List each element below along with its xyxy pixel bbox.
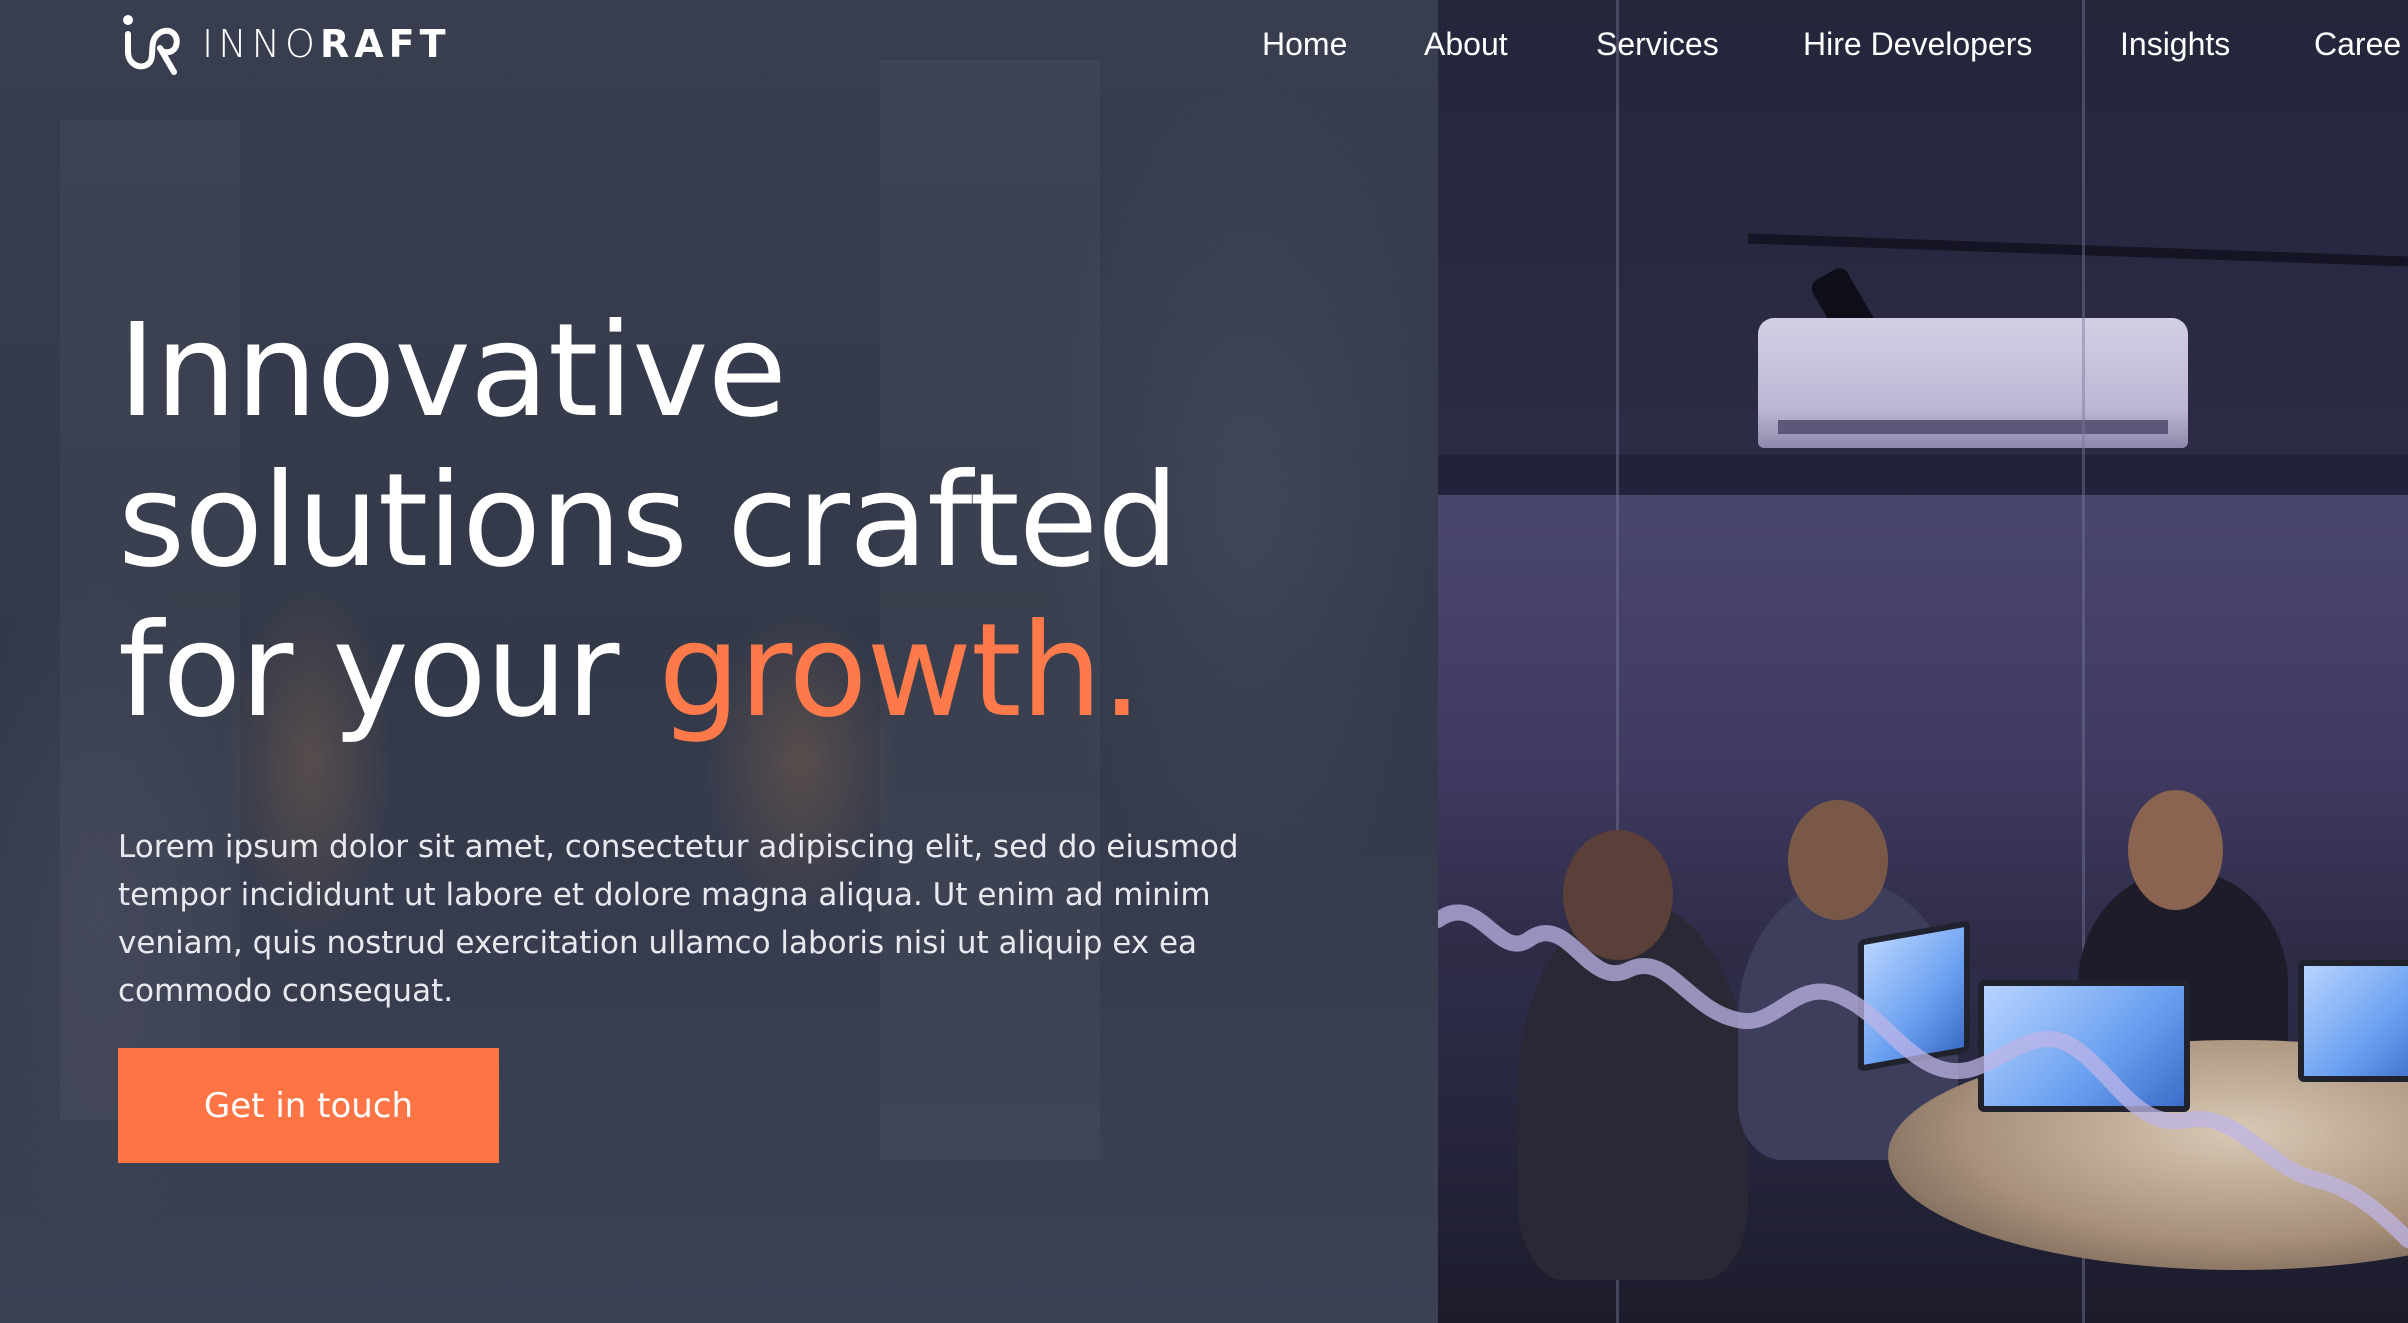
nav-menu: Home About Services Hire Developers Insi… bbox=[1262, 22, 2408, 66]
hero-title-line-1: Innovative bbox=[118, 296, 787, 446]
hero-title-line-3: for your bbox=[118, 596, 659, 746]
nav-item-careers[interactable]: Caree bbox=[2314, 22, 2408, 66]
hero-title-accent: growth. bbox=[658, 596, 1142, 746]
hero-title-line-2: solutions crafted bbox=[118, 446, 1179, 596]
hero-photo-meeting-room bbox=[1438, 0, 2408, 1323]
nav-item-hire-developers[interactable]: Hire Developers bbox=[1803, 22, 2120, 66]
hero-title: Innovative solutions crafted for your gr… bbox=[118, 296, 1179, 746]
brand-name: INNO RAFT bbox=[202, 22, 451, 66]
nav-item-about[interactable]: About bbox=[1424, 22, 1596, 66]
page: INNO RAFT Home About Services Hire Develo… bbox=[0, 0, 2408, 1323]
brand-name-bold: RAFT bbox=[319, 22, 451, 66]
get-in-touch-button[interactable]: Get in touch bbox=[118, 1048, 499, 1163]
brand-logo[interactable]: INNO RAFT bbox=[118, 12, 451, 76]
nav-item-services[interactable]: Services bbox=[1596, 22, 1803, 66]
nav-item-home[interactable]: Home bbox=[1262, 22, 1424, 66]
brand-name-light: INNO bbox=[202, 22, 320, 66]
nav-item-insights[interactable]: Insights bbox=[2120, 22, 2314, 66]
top-navigation: INNO RAFT Home About Services Hire Develo… bbox=[0, 0, 2408, 86]
hero-description: Lorem ipsum dolor sit amet, consectetur … bbox=[118, 829, 1239, 1009]
innoraft-logo-icon bbox=[123, 15, 180, 75]
